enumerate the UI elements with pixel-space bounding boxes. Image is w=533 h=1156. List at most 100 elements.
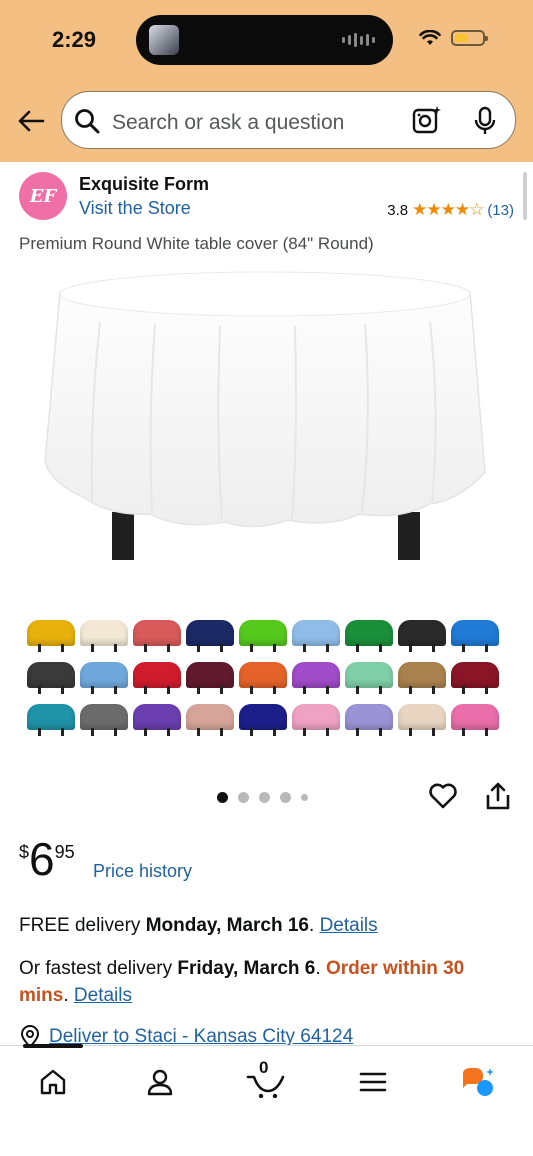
menu-icon bbox=[359, 1072, 387, 1092]
swatch-cloth bbox=[451, 704, 499, 730]
camera-icon[interactable] bbox=[411, 105, 443, 135]
color-swatch[interactable] bbox=[344, 702, 394, 736]
color-swatch[interactable] bbox=[397, 660, 447, 694]
swatch-table-leg bbox=[379, 728, 382, 736]
nav-account[interactable] bbox=[138, 1062, 182, 1102]
swatch-cloth bbox=[398, 704, 446, 730]
nav-rufus[interactable] bbox=[456, 1062, 500, 1102]
color-swatch[interactable] bbox=[238, 702, 288, 736]
search-icon bbox=[75, 109, 100, 134]
color-swatch[interactable] bbox=[26, 702, 76, 736]
pager-dot[interactable] bbox=[238, 792, 249, 803]
color-swatch[interactable] bbox=[397, 618, 447, 652]
microphone-icon[interactable] bbox=[472, 106, 498, 136]
swatch-table-leg bbox=[462, 728, 465, 736]
swatch-table-leg bbox=[303, 686, 306, 694]
nav-cart[interactable]: 0 bbox=[244, 1058, 288, 1102]
share-icon[interactable] bbox=[484, 781, 512, 811]
swatch-table-leg bbox=[326, 644, 329, 652]
color-swatch[interactable] bbox=[132, 618, 182, 652]
color-swatch[interactable] bbox=[79, 660, 129, 694]
nav-home[interactable] bbox=[31, 1062, 75, 1102]
price-history-link[interactable]: Price history bbox=[93, 861, 192, 882]
brand-logo[interactable]: EF bbox=[19, 172, 67, 220]
pager-dot[interactable] bbox=[301, 794, 308, 801]
swatch-table-leg bbox=[409, 686, 412, 694]
swatch-table-leg bbox=[220, 728, 223, 736]
swatch-table-leg bbox=[432, 686, 435, 694]
swatch-cloth bbox=[345, 662, 393, 688]
pager-dot[interactable] bbox=[280, 792, 291, 803]
swatch-table-leg bbox=[38, 728, 41, 736]
swatch-cloth bbox=[133, 620, 181, 646]
product-rating[interactable]: 3.8 ★★★★☆ (13) bbox=[387, 200, 514, 220]
heart-icon[interactable] bbox=[428, 781, 458, 811]
swatch-table-leg bbox=[303, 644, 306, 652]
color-swatch[interactable] bbox=[291, 702, 341, 736]
wifi-icon bbox=[419, 30, 441, 45]
app-header: 2:29 Search or ask a question bbox=[0, 0, 533, 162]
swatch-table-leg bbox=[144, 644, 147, 652]
color-swatch[interactable] bbox=[238, 618, 288, 652]
color-swatch[interactable] bbox=[26, 618, 76, 652]
color-swatch[interactable] bbox=[397, 702, 447, 736]
color-swatch[interactable] bbox=[291, 618, 341, 652]
color-swatch-grid bbox=[26, 618, 508, 736]
swatch-cloth bbox=[80, 704, 128, 730]
nav-menu[interactable] bbox=[351, 1062, 395, 1102]
swatch-cloth bbox=[451, 662, 499, 688]
price-currency: $ bbox=[19, 842, 30, 862]
search-bar[interactable]: Search or ask a question bbox=[61, 91, 516, 149]
color-swatch[interactable] bbox=[344, 660, 394, 694]
color-swatch[interactable] bbox=[450, 618, 500, 652]
swatch-table-leg bbox=[167, 728, 170, 736]
color-swatch[interactable] bbox=[450, 702, 500, 736]
swatch-table-leg bbox=[197, 644, 200, 652]
swatch-cloth bbox=[292, 662, 340, 688]
color-swatch[interactable] bbox=[185, 660, 235, 694]
color-swatch[interactable] bbox=[79, 702, 129, 736]
swatch-cloth bbox=[80, 620, 128, 646]
swatch-cloth bbox=[239, 704, 287, 730]
visit-store-link[interactable]: Visit the Store bbox=[79, 198, 191, 219]
color-swatch[interactable] bbox=[132, 702, 182, 736]
color-swatch[interactable] bbox=[132, 660, 182, 694]
status-time: 2:29 bbox=[52, 27, 97, 52]
swatch-cloth bbox=[345, 704, 393, 730]
swatch-table-leg bbox=[379, 644, 382, 652]
free-delivery-details-link[interactable]: Details bbox=[320, 915, 378, 936]
color-swatch[interactable] bbox=[185, 618, 235, 652]
battery-icon bbox=[451, 30, 488, 46]
swatch-table-leg bbox=[485, 728, 488, 736]
color-swatch[interactable] bbox=[79, 618, 129, 652]
fastest-delivery-details-link[interactable]: Details bbox=[74, 985, 132, 1006]
swatch-table-leg bbox=[144, 686, 147, 694]
rating-count[interactable]: (13) bbox=[487, 202, 514, 219]
swatch-table-leg bbox=[462, 686, 465, 694]
color-swatch[interactable] bbox=[185, 702, 235, 736]
color-swatch[interactable] bbox=[26, 660, 76, 694]
swatch-cloth bbox=[186, 662, 234, 688]
swatch-cloth bbox=[27, 662, 75, 688]
search-input[interactable]: Search or ask a question bbox=[112, 111, 344, 135]
fastest-delivery-info: Or fastest delivery Friday, March 6. Ord… bbox=[19, 955, 519, 1009]
color-swatch[interactable] bbox=[291, 660, 341, 694]
back-button[interactable] bbox=[14, 104, 48, 138]
swatch-table-leg bbox=[326, 728, 329, 736]
image-pager bbox=[217, 792, 308, 803]
arrow-left-icon bbox=[18, 110, 45, 132]
swatch-table-leg bbox=[91, 644, 94, 652]
swatch-table-leg bbox=[485, 644, 488, 652]
swatch-table-leg bbox=[432, 644, 435, 652]
color-swatch[interactable] bbox=[450, 660, 500, 694]
round-tablecloth-image[interactable] bbox=[30, 262, 500, 572]
color-swatch[interactable] bbox=[238, 660, 288, 694]
swatch-table-leg bbox=[462, 644, 465, 652]
swatch-table-leg bbox=[250, 728, 253, 736]
swatch-cloth bbox=[186, 704, 234, 730]
pager-dot[interactable] bbox=[217, 792, 228, 803]
pager-dot[interactable] bbox=[259, 792, 270, 803]
color-swatch[interactable] bbox=[344, 618, 394, 652]
swatch-table-leg bbox=[61, 728, 64, 736]
swatch-table-leg bbox=[91, 686, 94, 694]
